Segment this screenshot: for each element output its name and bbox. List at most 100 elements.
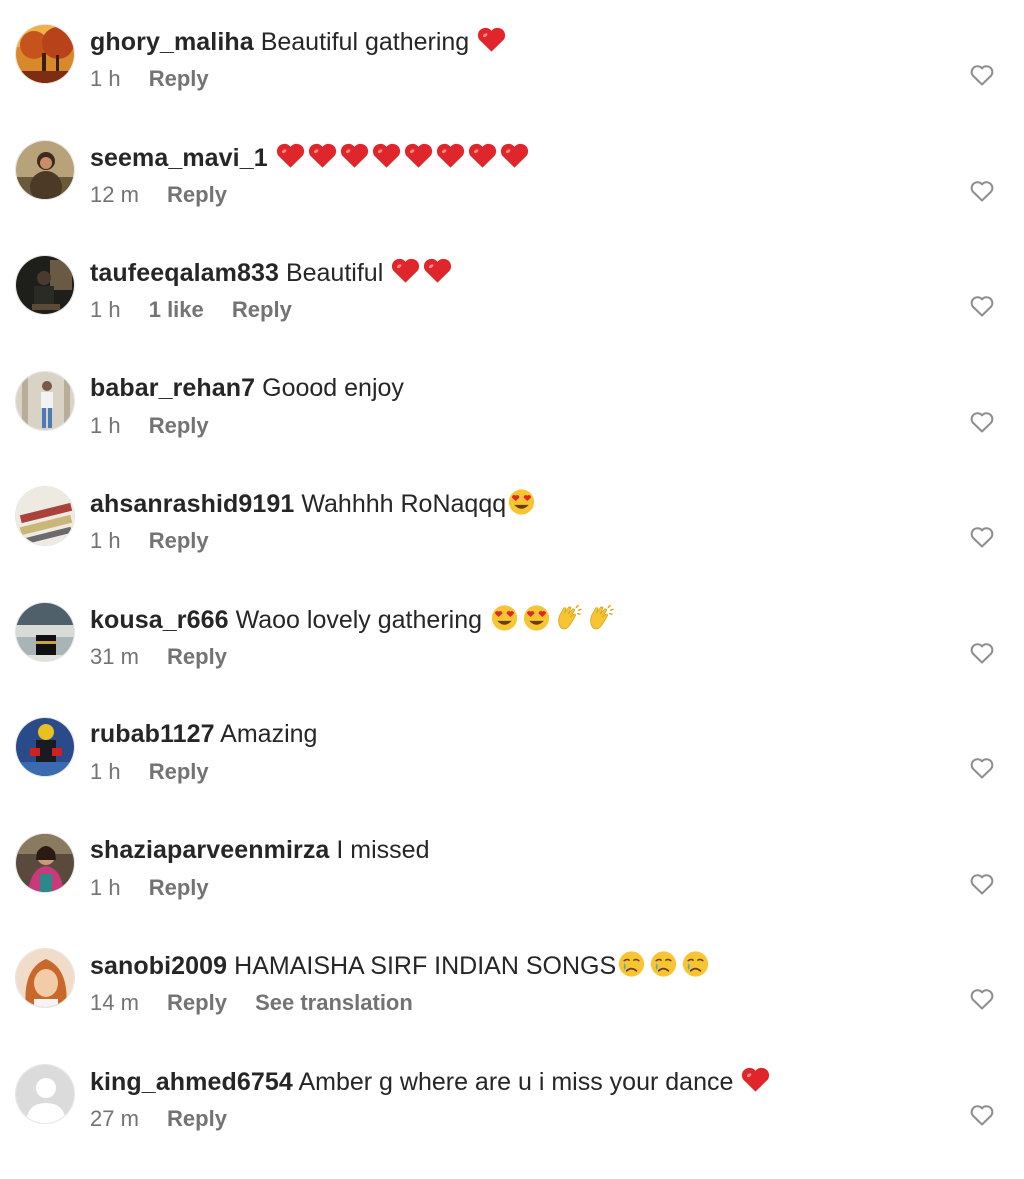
comment-text-line: babar_rehan7 Goood enjoy bbox=[90, 373, 404, 403]
crying-face-emoji bbox=[680, 950, 711, 978]
reply-button[interactable]: Reply bbox=[232, 297, 292, 323]
comment-text-line: rubab1127 Amazing bbox=[90, 719, 317, 749]
heart-eyes-emoji bbox=[521, 604, 552, 632]
red-heart-emoji bbox=[740, 1066, 771, 1094]
comment-emojis bbox=[506, 488, 538, 516]
user-avatar[interactable] bbox=[15, 486, 75, 546]
comment-username[interactable]: king_ahmed6754 bbox=[90, 1068, 293, 1096]
user-avatar[interactable] bbox=[15, 833, 75, 893]
reply-button[interactable]: Reply bbox=[167, 644, 227, 670]
comment-item: king_ahmed6754 Amber g where are u i mis… bbox=[0, 1064, 1024, 1179]
comment-time: 1 h bbox=[90, 66, 121, 91]
comment-body: Amazing bbox=[220, 720, 318, 748]
comment-body: I missed bbox=[336, 836, 430, 864]
comment-emojis bbox=[275, 142, 531, 170]
comment-time: 1 h bbox=[90, 875, 121, 900]
reply-button[interactable]: Reply bbox=[149, 759, 209, 785]
heart-outline-icon[interactable] bbox=[970, 988, 996, 1012]
comment-item: taufeeqalam833 Beautiful 1 h 1 like Repl… bbox=[0, 255, 1024, 370]
comment-time: 1 h bbox=[90, 297, 121, 322]
comment-text-line: sanobi2009 HAMAISHA SIRF INDIAN SONGS bbox=[90, 950, 712, 981]
comment-username[interactable]: sanobi2009 bbox=[90, 952, 227, 980]
heart-outline-icon[interactable] bbox=[970, 64, 996, 88]
heart-outline-icon[interactable] bbox=[970, 526, 996, 550]
heart-outline-icon[interactable] bbox=[970, 757, 996, 781]
comment-item: babar_rehan7 Goood enjoy 1 h Reply bbox=[0, 371, 1024, 486]
comment-list: ghory_maliha Beautiful gathering 1 h Rep… bbox=[0, 0, 1024, 1166]
heart-outline-icon[interactable] bbox=[970, 873, 996, 897]
comment-username[interactable]: shaziaparveenmirza bbox=[90, 836, 329, 864]
comment-time: 12 m bbox=[90, 182, 139, 207]
comment-meta: 14 m Reply See translation bbox=[90, 990, 413, 1016]
reply-button[interactable]: Reply bbox=[167, 182, 227, 208]
comment-username[interactable]: ahsanrashid9191 bbox=[90, 490, 294, 518]
reply-button[interactable]: Reply bbox=[167, 990, 227, 1016]
likes-count-button[interactable]: 1 like bbox=[149, 297, 204, 323]
comment-text-line: kousa_r666 Waoo lovely gathering bbox=[90, 604, 617, 635]
comment-username[interactable]: taufeeqalam833 bbox=[90, 259, 279, 287]
heart-outline-icon[interactable] bbox=[970, 1104, 996, 1128]
comment-text-line: seema_mavi_1 bbox=[90, 142, 531, 173]
user-avatar[interactable] bbox=[15, 602, 75, 662]
comment-item: ghory_maliha Beautiful gathering 1 h Rep… bbox=[0, 24, 1024, 139]
comment-meta: 1 h Reply bbox=[90, 413, 209, 439]
see-translation-button[interactable]: See translation bbox=[255, 990, 413, 1016]
user-avatar[interactable] bbox=[15, 717, 75, 777]
comment-text-line: ahsanrashid9191 Wahhhh RoNaqqq bbox=[90, 488, 538, 519]
comment-time: 1 h bbox=[90, 759, 121, 784]
reply-button[interactable]: Reply bbox=[167, 1106, 227, 1132]
comment-meta: 1 h Reply bbox=[90, 528, 209, 554]
user-avatar[interactable] bbox=[15, 24, 75, 84]
heart-outline-icon[interactable] bbox=[970, 180, 996, 204]
reply-button[interactable]: Reply bbox=[149, 875, 209, 901]
user-avatar[interactable] bbox=[15, 371, 75, 431]
clapping-hands-emoji bbox=[553, 604, 584, 632]
comment-body: Beautiful bbox=[285, 259, 384, 287]
user-avatar[interactable] bbox=[15, 948, 75, 1008]
comment-username[interactable]: rubab1127 bbox=[90, 720, 215, 748]
user-avatar[interactable] bbox=[15, 140, 75, 200]
user-avatar[interactable] bbox=[15, 255, 75, 315]
comment-meta: 31 m Reply bbox=[90, 644, 227, 670]
heart-eyes-emoji bbox=[489, 604, 520, 632]
comment-meta: 12 m Reply bbox=[90, 182, 227, 208]
comment-time: 1 h bbox=[90, 413, 121, 438]
crying-face-emoji bbox=[616, 950, 647, 978]
comment-body: Goood enjoy bbox=[262, 374, 404, 402]
comment-time: 27 m bbox=[90, 1106, 139, 1131]
heart-eyes-emoji bbox=[506, 488, 537, 516]
comment-username[interactable]: kousa_r666 bbox=[90, 606, 229, 634]
comment-emojis bbox=[740, 1066, 772, 1094]
comment-username[interactable]: seema_mavi_1 bbox=[90, 144, 268, 172]
comment-item: ahsanrashid9191 Wahhhh RoNaqqq 1 h Reply bbox=[0, 486, 1024, 601]
comment-meta: 1 h Reply bbox=[90, 759, 209, 785]
comment-body: Amber g where are u i miss your dance bbox=[298, 1068, 734, 1096]
red-heart-emoji bbox=[275, 142, 306, 170]
reply-button[interactable]: Reply bbox=[149, 528, 209, 554]
heart-outline-icon[interactable] bbox=[970, 295, 996, 319]
comment-item: seema_mavi_1 12 m Reply bbox=[0, 140, 1024, 255]
heart-outline-icon[interactable] bbox=[970, 411, 996, 435]
comment-text-line: ghory_maliha Beautiful gathering bbox=[90, 26, 508, 57]
default-avatar-icon[interactable] bbox=[15, 1064, 75, 1124]
red-heart-emoji bbox=[307, 142, 338, 170]
comment-time: 14 m bbox=[90, 990, 139, 1015]
red-heart-emoji bbox=[435, 142, 466, 170]
red-heart-emoji bbox=[476, 26, 507, 54]
reply-button[interactable]: Reply bbox=[149, 413, 209, 439]
comment-emojis bbox=[616, 950, 712, 978]
heart-outline-icon[interactable] bbox=[970, 642, 996, 666]
comment-body: Beautiful gathering bbox=[260, 28, 470, 56]
comment-time: 1 h bbox=[90, 528, 121, 553]
comment-item: rubab1127 Amazing 1 h Reply bbox=[0, 717, 1024, 832]
comment-meta: 1 h Reply bbox=[90, 66, 209, 92]
comment-meta: 1 h Reply bbox=[90, 875, 209, 901]
red-heart-emoji bbox=[499, 142, 530, 170]
comment-username[interactable]: ghory_maliha bbox=[90, 28, 254, 56]
comment-body: Waoo lovely gathering bbox=[235, 606, 482, 634]
comment-emojis bbox=[476, 26, 508, 54]
reply-button[interactable]: Reply bbox=[149, 66, 209, 92]
comment-meta: 27 m Reply bbox=[90, 1106, 227, 1132]
comment-body: HAMAISHA SIRF INDIAN SONGS bbox=[234, 952, 617, 980]
comment-username[interactable]: babar_rehan7 bbox=[90, 374, 255, 402]
